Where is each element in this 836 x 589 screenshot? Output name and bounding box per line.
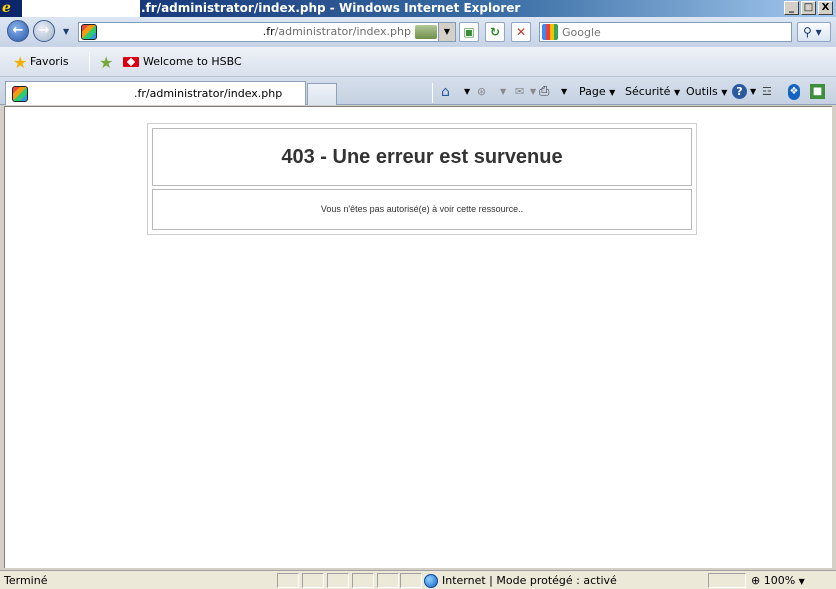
error-title: 403 - Une erreur est survenue bbox=[152, 128, 692, 186]
address-bar[interactable]: .fr/administrator/index.php ▼ bbox=[78, 22, 456, 42]
redacted-domain-block bbox=[22, 0, 140, 17]
site-favicon-icon bbox=[81, 24, 97, 40]
rss-feed-icon[interactable]: ⊛ bbox=[477, 83, 486, 101]
google-search-provider-icon bbox=[542, 24, 558, 40]
status-cell bbox=[377, 573, 399, 588]
address-dropdown-button[interactable]: ▼ bbox=[438, 23, 455, 41]
forward-arrow-icon[interactable]: → bbox=[33, 20, 55, 42]
favorites-star-icon: ★ bbox=[13, 53, 28, 72]
status-cell bbox=[327, 573, 349, 588]
compatibility-view-icon[interactable] bbox=[415, 25, 437, 39]
add-favorite-icon[interactable]: ★ bbox=[99, 53, 113, 72]
status-cell bbox=[400, 573, 422, 588]
compatibility-icon[interactable]: ▣ bbox=[459, 22, 479, 42]
error-box: 403 - Une erreur est survenue Vous n'ête… bbox=[147, 123, 697, 235]
stop-icon[interactable]: ✕ bbox=[511, 22, 531, 42]
security-zone[interactable]: Internet | Mode protégé : activé bbox=[424, 573, 617, 588]
help-dropdown-icon[interactable]: ▼ bbox=[750, 83, 756, 101]
addon-icon[interactable]: ■ bbox=[810, 84, 825, 99]
address-url[interactable]: .fr/administrator/index.php bbox=[101, 25, 411, 39]
mail-icon[interactable]: ✉ bbox=[515, 83, 524, 101]
page-content: 403 - Une erreur est survenue Vous n'ête… bbox=[4, 106, 832, 568]
zoom-level: 100% bbox=[763, 574, 796, 587]
command-separator bbox=[432, 83, 433, 103]
status-cell bbox=[277, 573, 299, 588]
home-icon[interactable]: ⌂ bbox=[441, 83, 450, 101]
navigation-bar: ← → ▼ .fr/administrator/index.php ▼ ▣ ↻ … bbox=[0, 17, 836, 47]
status-cell bbox=[352, 573, 374, 588]
bluetooth-icon[interactable]: ❖ bbox=[788, 84, 800, 100]
status-bar: Terminé Internet | Mode protégé : activé… bbox=[0, 570, 836, 589]
status-cell bbox=[302, 573, 324, 588]
zoom-control[interactable]: ⊕ 100% ▼ bbox=[751, 573, 805, 589]
mail-dropdown-icon[interactable]: ▼ bbox=[530, 83, 536, 101]
favorites-bar: ★ Favoris ★ Welcome to HSBC bbox=[0, 47, 836, 77]
search-box[interactable] bbox=[539, 22, 792, 42]
maximize-button[interactable]: □ bbox=[801, 1, 816, 15]
print-dropdown-icon[interactable]: ▼ bbox=[561, 83, 567, 101]
refresh-icon[interactable]: ↻ bbox=[485, 22, 505, 42]
back-arrow-icon[interactable]: ← bbox=[7, 20, 29, 42]
help-icon[interactable]: ? bbox=[732, 84, 747, 99]
search-input[interactable] bbox=[562, 24, 790, 40]
page-menu[interactable]: Page ▼ bbox=[579, 83, 615, 101]
favorites-separator bbox=[89, 52, 90, 72]
error-message: Vous n'êtes pas autorisé(e) à voir cette… bbox=[152, 189, 692, 230]
window-title-bar: e .fr/administrator/index.php - Windows … bbox=[0, 0, 836, 17]
close-window-button[interactable]: X bbox=[818, 1, 833, 15]
security-menu[interactable]: Sécurité ▼ bbox=[625, 83, 680, 101]
home-dropdown-icon[interactable]: ▼ bbox=[464, 83, 470, 101]
tools-menu[interactable]: Outils ▼ bbox=[686, 83, 727, 101]
search-magnifier-icon[interactable]: ⚲ ▾ bbox=[797, 22, 831, 42]
status-text: Terminé bbox=[4, 574, 48, 587]
window-title: .fr/administrator/index.php - Windows In… bbox=[141, 1, 521, 15]
favorites-label: Favoris bbox=[30, 55, 69, 68]
printer-icon[interactable]: ⎙ bbox=[539, 83, 549, 101]
hsbc-logo-icon bbox=[123, 57, 139, 67]
popup-blocker-cell[interactable] bbox=[708, 573, 746, 588]
command-bar: ⌂ ▼ ⊛ ▼ ✉ ▼ ⎙ ▼ Page ▼ Sécurité ▼ Outils… bbox=[0, 83, 836, 103]
favorites-button[interactable]: ★ Favoris bbox=[8, 52, 75, 72]
zone-text: Internet | Mode protégé : activé bbox=[442, 574, 617, 587]
favorite-link-hsbc[interactable]: Welcome to HSBC bbox=[143, 55, 242, 69]
internet-explorer-logo-icon: e bbox=[2, 0, 11, 16]
minimize-button[interactable]: _ bbox=[784, 1, 799, 15]
history-dropdown-icon[interactable]: ▼ bbox=[63, 27, 69, 36]
internet-globe-icon bbox=[424, 574, 438, 588]
tab-bar: .fr/administrator/index.php ⌂ ▼ ⊛ ▼ ✉ ▼ … bbox=[0, 77, 836, 105]
feeds-dropdown-icon[interactable]: ▼ bbox=[500, 83, 506, 101]
research-icon[interactable]: ☲ bbox=[762, 83, 772, 101]
